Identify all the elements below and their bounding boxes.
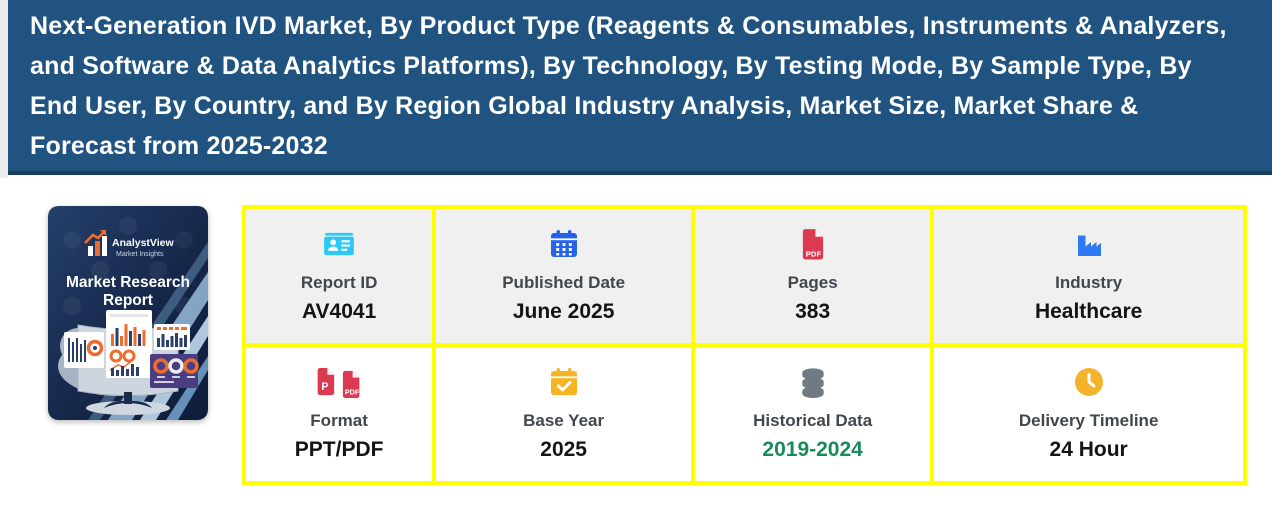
svg-text:PDF: PDF [345, 387, 360, 396]
meta-cell-pages: PDF Pages 383 [695, 209, 931, 343]
meta-label: Published Date [502, 273, 626, 292]
svg-text:PDF: PDF [806, 249, 822, 258]
brand-subtitle: Market Insights [116, 251, 164, 258]
meta-value: 383 [795, 300, 831, 323]
cover-title-line1: Market Research [66, 274, 190, 291]
meta-value: Healthcare [1034, 300, 1143, 323]
page-left-gutter [0, 0, 8, 178]
meta-label: Format [310, 411, 368, 430]
ppt-pdf-files-icon: P PDF [311, 364, 367, 400]
meta-cell-base-year: Base Year 2025 [436, 347, 692, 481]
report-meta-table: Report ID AV4041 Published Date June 202… [242, 205, 1247, 485]
meta-label: Delivery Timeline [1018, 411, 1159, 430]
id-card-icon [322, 226, 356, 262]
database-icon [798, 364, 828, 400]
calendar-check-icon [548, 364, 580, 400]
brand-name: AnalystView [112, 237, 174, 249]
meta-label: Historical Data [753, 411, 873, 430]
meta-label: Pages [787, 273, 838, 292]
meta-cell-format: P PDF Format PPT/PDF [246, 347, 433, 481]
report-cover-illustration: AnalystView Market Insights Market Resea… [48, 206, 208, 420]
report-title-banner: Next-Generation IVD Market, By Product T… [8, 0, 1272, 175]
meta-value: 2019-2024 [762, 438, 863, 461]
meta-cell-report-id: Report ID AV4041 [246, 209, 433, 343]
meta-value: June 2025 [512, 300, 615, 323]
meta-cell-published-date: Published Date June 2025 [436, 209, 692, 343]
meta-cell-delivery-timeline: Delivery Timeline 24 Hour [934, 347, 1243, 481]
meta-value: 24 Hour [1049, 438, 1128, 461]
meta-cell-industry: Industry Healthcare [934, 209, 1243, 343]
factory-icon [1072, 226, 1106, 262]
meta-value: AV4041 [301, 300, 377, 323]
report-summary-section: AnalystView Market Insights Market Resea… [0, 205, 1272, 485]
pdf-file-icon: PDF [799, 226, 826, 262]
meta-label: Industry [1055, 273, 1123, 292]
meta-value: PPT/PDF [294, 438, 384, 461]
meta-cell-historical-data: Historical Data 2019-2024 [695, 347, 931, 481]
page-title: Next-Generation IVD Market, By Product T… [30, 12, 1227, 160]
calendar-icon [548, 226, 580, 262]
meta-value: 2025 [540, 438, 587, 461]
clock-icon [1073, 364, 1105, 400]
cover-title-line2: Report [103, 292, 153, 309]
svg-text:P: P [321, 380, 328, 392]
meta-label: Base Year [523, 411, 605, 430]
report-cover-thumbnail: AnalystView Market Insights Market Resea… [48, 206, 208, 420]
meta-label: Report ID [300, 273, 378, 292]
